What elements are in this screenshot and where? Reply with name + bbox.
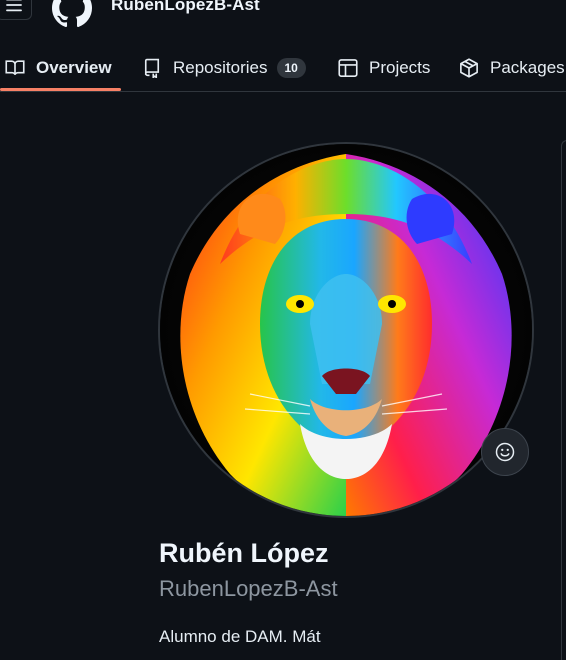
tab-projects-label: Projects [369,57,431,77]
profile-bio: Alumno de DAM. Mát [159,627,321,646]
hamburger-icon [6,0,22,12]
book-icon [5,58,25,78]
menu-button[interactable] [0,0,32,20]
package-icon [459,57,479,78]
tab-projects[interactable]: Projects [338,44,430,91]
tab-packages-label: Packages [490,57,565,77]
repo-icon [142,58,162,78]
smiley-icon [495,442,515,462]
tab-repositories-label: Repositories [173,57,268,77]
top-bar: RubenLopezB-Ast [0,0,566,28]
active-tab-underline [0,88,121,91]
header-username[interactable]: RubenLopezB-Ast [111,0,260,15]
tab-packages[interactable]: Packages [459,44,565,91]
profile-tabs: Overview Repositories 10 Projects Packag… [0,44,566,92]
profile-full-name: Rubén López [159,538,329,568]
rainbow-lion-avatar[interactable] [158,142,534,518]
profile-login: RubenLopezB-Ast [159,576,338,601]
tab-overview-label: Overview [36,57,112,77]
github-logo-icon[interactable] [52,0,92,28]
sidebar-panel-edge [561,140,566,660]
tab-repositories[interactable]: Repositories 10 [142,44,306,91]
set-status-button[interactable] [481,428,529,476]
tab-overview[interactable]: Overview [0,44,121,91]
table-icon [338,58,358,78]
repositories-count-badge: 10 [276,57,306,78]
